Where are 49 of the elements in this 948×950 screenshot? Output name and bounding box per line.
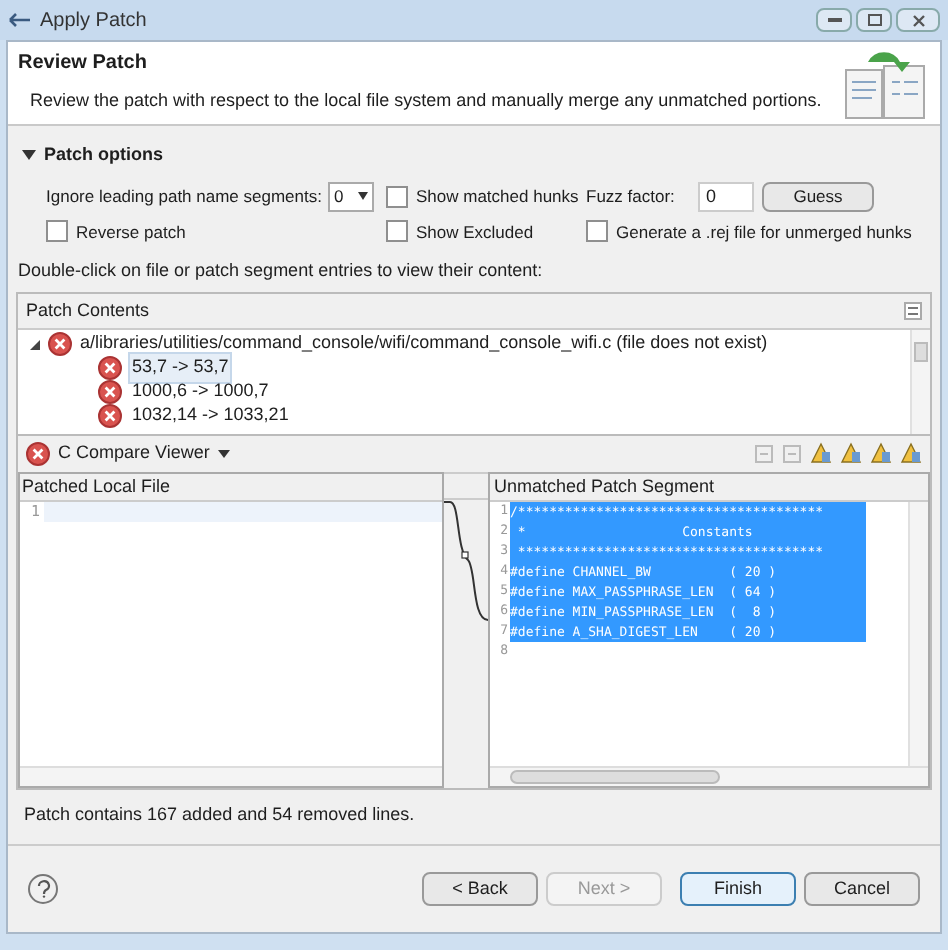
checkbox[interactable] — [46, 220, 68, 243]
arrow-icon — [8, 12, 32, 28]
wizard-button[interactable]: Finish — [680, 872, 796, 906]
fuzz-input[interactable]: 0 — [698, 181, 754, 211]
window-title: Apply Patch — [40, 7, 149, 35]
error-file-icon — [98, 379, 122, 404]
checkbox[interactable] — [586, 220, 608, 243]
error-file-icon — [98, 355, 122, 380]
page-description: Review the patch with respect to the local file system and manually merge any unmatched portions. — [28, 88, 824, 114]
horizontal-scrollbar[interactable] — [490, 765, 928, 786]
pane-title: Patched Local File — [22, 473, 171, 499]
tree-item[interactable]: 53,7 -> 53,7 — [128, 352, 233, 383]
help-icon — [35, 880, 51, 898]
tree-item[interactable]: a/libraries/utilities/command_console/wifi/command_console_wifi.c (file does not exist) — [78, 330, 770, 357]
pane-title: Unmatched Patch Segment — [494, 473, 715, 500]
minimize-button[interactable] — [816, 8, 852, 32]
error-file-icon — [48, 331, 72, 356]
viewer-title: C Compare Viewer — [58, 440, 210, 466]
collapse-arrow-icon[interactable] — [22, 148, 36, 163]
close-button[interactable] — [896, 8, 940, 32]
panel-title: Patch Contents — [26, 297, 150, 323]
checkbox-label: Show Excluded — [416, 219, 534, 245]
collapse-all-icon[interactable] — [904, 301, 922, 320]
hint-text: Double-click on file or patch segment entries to view their content: — [18, 258, 545, 285]
checkbox-label: Generate a .rej file for unmerged hunks — [616, 219, 912, 245]
checkbox-label: Show matched hunks — [416, 183, 579, 209]
checkbox[interactable] — [386, 185, 408, 207]
field-label: Ignore leading path name segments: — [46, 183, 322, 209]
checkbox[interactable] — [386, 220, 408, 243]
status-text: Patch contains 167 added and 54 removed lines. — [22, 801, 417, 828]
checkbox-label: Reverse patch — [76, 219, 186, 245]
segments-dropdown[interactable]: 0 — [327, 181, 374, 211]
help-button[interactable] — [28, 874, 58, 904]
section-title: Patch options — [44, 142, 164, 168]
scrollbar[interactable] — [908, 501, 928, 766]
close-icon — [911, 13, 925, 27]
maximize-button[interactable] — [856, 8, 892, 32]
field-label: Fuzz factor: — [586, 183, 677, 209]
error-file-icon — [98, 403, 122, 428]
page-title: Review Patch — [18, 50, 149, 78]
wizard-button[interactable]: Cancel — [804, 872, 920, 906]
wizard-button[interactable]: < Back — [422, 872, 538, 906]
scrollbar[interactable] — [910, 329, 930, 434]
tree-toggle-icon[interactable] — [30, 337, 42, 350]
dropdown-arrow-icon[interactable] — [217, 449, 230, 458]
caret-icon — [357, 192, 368, 200]
error-file-icon — [26, 441, 50, 466]
horizontal-scrollbar[interactable] — [20, 765, 442, 786]
guess-button[interactable]: Guess — [762, 181, 874, 211]
